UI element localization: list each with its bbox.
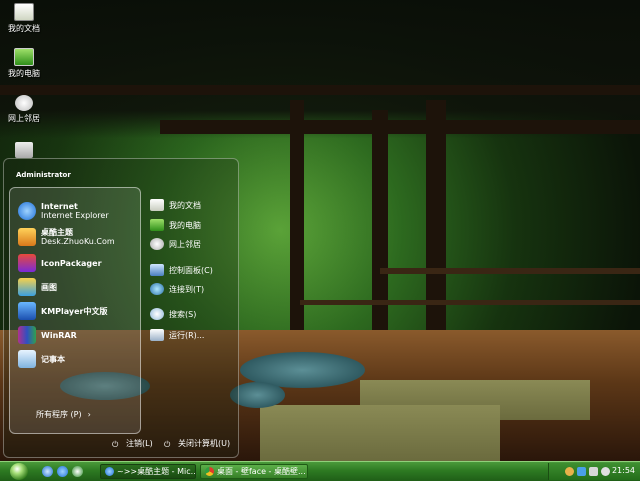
- tray-network-icon[interactable]: [589, 467, 598, 476]
- winrar-icon: [18, 326, 36, 344]
- computer-icon: [150, 219, 164, 231]
- paint-icon: [18, 278, 36, 296]
- quicklaunch-media-icon[interactable]: [72, 466, 83, 477]
- logoff-icon: ⏻: [112, 439, 119, 449]
- desktop-icon-my-computer[interactable]: 我的电脑: [2, 48, 46, 79]
- place-network[interactable]: 网上邻居: [150, 236, 201, 252]
- search-icon: [150, 308, 164, 320]
- ie-icon: [105, 467, 114, 476]
- pillar: [426, 100, 446, 365]
- chrome-icon: [205, 467, 214, 476]
- place-label: 控制面板(C): [169, 265, 213, 275]
- system-tray: 21:54: [548, 463, 640, 480]
- iconpackager-icon: [18, 254, 36, 272]
- quicklaunch-ie-icon[interactable]: [57, 466, 68, 477]
- clock[interactable]: 21:54: [612, 466, 635, 475]
- user-name: Administrator: [16, 171, 71, 179]
- tatami: [260, 405, 500, 461]
- program-label: IconPackager: [41, 258, 102, 268]
- desktop-icon-label: 网上邻居: [8, 114, 40, 123]
- place-label: 我的文档: [169, 200, 201, 210]
- all-programs-label: 所有程序 (P): [36, 410, 82, 419]
- tray-volume-icon[interactable]: [601, 467, 610, 476]
- pinned-title: Internet: [41, 202, 78, 211]
- control-panel-icon: [150, 264, 164, 276]
- pillar: [290, 100, 304, 350]
- program-paint[interactable]: 画图: [18, 276, 57, 298]
- notepad-icon: [18, 350, 36, 368]
- desktop-icon-label: 我的文档: [8, 24, 40, 33]
- computer-icon: [14, 48, 34, 66]
- program-kmplayer[interactable]: KMPlayer中文版: [18, 300, 108, 322]
- program-winrar[interactable]: WinRAR: [18, 324, 77, 346]
- place-label: 连接到(T): [169, 284, 205, 294]
- place-label: 搜索(S): [169, 309, 197, 319]
- task-button-chrome[interactable]: 桌面 - 壁face - 桌酷壁...: [200, 464, 308, 479]
- program-label: 画图: [41, 282, 57, 292]
- power-icon: ⏻: [164, 439, 171, 449]
- shutdown-label: 关闭计算机(U): [178, 439, 231, 448]
- network-icon: [150, 238, 164, 250]
- task-label: ~>>桌酷主题 - Mic...: [117, 467, 196, 476]
- place-control-panel[interactable]: 控制面板(C): [150, 262, 213, 278]
- place-label: 网上邻居: [169, 239, 201, 249]
- railing: [380, 268, 640, 274]
- program-notepad[interactable]: 记事本: [18, 348, 65, 370]
- arrow-right-icon: ›: [87, 410, 91, 419]
- place-run[interactable]: 运行(R)...: [150, 327, 204, 343]
- network-icon: [15, 95, 33, 111]
- place-search[interactable]: 搜索(S): [150, 306, 196, 322]
- program-iconpackager[interactable]: IconPackager: [18, 252, 102, 274]
- desktop-icon-label: 我的电脑: [8, 69, 40, 78]
- pinned-zhuoku[interactable]: 桌酷主题 Desk.ZhuoKu.Com: [18, 226, 115, 248]
- run-icon: [150, 329, 164, 341]
- task-button-ie[interactable]: ~>>桌酷主题 - Mic...: [100, 464, 196, 479]
- taskbar: ~>>桌酷主题 - Mic... 桌面 - 壁face - 桌酷壁... 21:…: [0, 461, 640, 481]
- quicklaunch-desktop-icon[interactable]: [42, 466, 53, 477]
- connect-icon: [150, 283, 164, 295]
- pinned-subtitle: Desk.ZhuoKu.Com: [41, 237, 115, 246]
- pinned-internet-explorer[interactable]: Internet Internet Explorer: [18, 200, 109, 222]
- program-label: 记事本: [41, 354, 65, 364]
- all-programs-button[interactable]: 所有程序 (P) ›: [36, 409, 91, 420]
- railing: [300, 300, 640, 305]
- folder-documents-icon: [14, 3, 34, 21]
- start-menu: Administrator Internet Internet Explorer…: [3, 158, 239, 458]
- desktop-icon-my-documents[interactable]: 我的文档: [2, 3, 46, 34]
- pillar: [372, 110, 388, 350]
- tray-qq-icon[interactable]: [565, 467, 574, 476]
- documents-icon: [150, 199, 164, 211]
- beam: [160, 120, 640, 134]
- program-label: KMPlayer中文版: [41, 306, 108, 316]
- beam: [0, 85, 640, 95]
- tray-app-icon[interactable]: [577, 467, 586, 476]
- place-my-computer[interactable]: 我的电脑: [150, 217, 201, 233]
- logoff-button[interactable]: ⏻ 注销(L): [112, 438, 153, 449]
- internet-explorer-icon: [18, 202, 36, 220]
- desktop-icon-network[interactable]: 网上邻居: [2, 95, 46, 124]
- place-connect-to[interactable]: 连接到(T): [150, 281, 204, 297]
- place-label: 我的电脑: [169, 220, 201, 230]
- logoff-label: 注销(L): [126, 439, 153, 448]
- program-list-panel: Internet Internet Explorer 桌酷主题 Desk.Zhu…: [9, 187, 141, 434]
- zhuoku-icon: [18, 228, 36, 246]
- recycle-bin-icon: [15, 142, 33, 158]
- place-my-documents[interactable]: 我的文档: [150, 197, 201, 213]
- start-button[interactable]: [10, 463, 28, 480]
- kmplayer-icon: [18, 302, 36, 320]
- place-label: 运行(R)...: [169, 330, 205, 340]
- shutdown-button[interactable]: ⏻ 关闭计算机(U): [164, 438, 230, 449]
- pinned-subtitle: Internet Explorer: [41, 211, 109, 220]
- program-label: WinRAR: [41, 330, 77, 340]
- pinned-title: 桌酷主题: [41, 228, 73, 237]
- task-label: 桌面 - 壁face - 桌酷壁...: [217, 467, 306, 476]
